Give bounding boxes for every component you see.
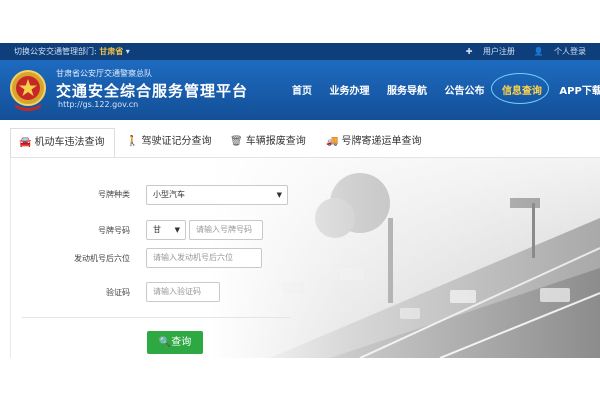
- plate-number-input[interactable]: 请输入号牌号码: [189, 220, 263, 240]
- top-utility-bar: 切换公安交通管理部门: 甘肃省 ▾ ✚ 用户注册 👤 个人登录: [0, 43, 600, 60]
- tab-license-points[interactable]: 🚶 驾驶证记分查询: [118, 128, 223, 158]
- query-tabs: 🚘 机动车违法查询 🚶 驾驶证记分查询 🗑 车辆报废查询 🚚 号牌寄递运单查询: [10, 128, 600, 158]
- truck-icon: 🚚: [326, 136, 339, 147]
- tab-label: 驾驶证记分查询: [141, 136, 212, 147]
- plus-icon: ✚: [465, 47, 473, 56]
- tab-label: 机动车违法查询: [34, 137, 105, 148]
- tab-vehicle-scrap[interactable]: 🗑 车辆报废查询: [222, 128, 317, 158]
- query-button-label: 查询: [171, 337, 192, 348]
- nav-item-home[interactable]: 首页: [292, 82, 312, 97]
- plate-type-value: 小型汽车: [153, 190, 185, 199]
- engine-number-input[interactable]: 请输入发动机号后六位: [146, 248, 262, 268]
- query-form-panel: 号牌种类 小型汽车 ▼ 号牌号码 甘 ▼ 请输入号牌号码 发动机号后六位 请输入…: [10, 158, 600, 358]
- province-select[interactable]: 甘 ▼: [146, 220, 186, 240]
- captcha-label: 验证码: [106, 288, 130, 297]
- chevron-down-icon: ▼: [276, 191, 282, 199]
- page-title: 交通安全综合服务管理平台: [56, 82, 249, 100]
- province-value: 甘: [153, 225, 161, 234]
- police-emblem-icon: [10, 70, 46, 111]
- trash-icon: 🗑: [230, 136, 243, 147]
- tab-vehicle-violation[interactable]: 🚘 机动车违法查询: [10, 128, 115, 158]
- chevron-down-icon: ▼: [174, 226, 180, 234]
- nav-item-business[interactable]: 业务办理: [329, 82, 369, 97]
- site-header: 甘肃省公安厅交通警察总队 交通安全综合服务管理平台 http://gs.122.…: [0, 60, 600, 120]
- brand-url: http://gs.122.gov.cn: [58, 100, 139, 109]
- brand-subtitle: 甘肃省公安厅交通警察总队: [56, 69, 152, 78]
- nav-item-announcements[interactable]: 公告公布: [444, 82, 484, 97]
- captcha-input[interactable]: 请输入验证码: [146, 282, 220, 302]
- tab-label: 号牌寄递运单查询: [341, 136, 422, 147]
- nav-item-app-download[interactable]: APP下载: [559, 82, 600, 97]
- department-switch-value[interactable]: 甘肃省: [99, 47, 123, 56]
- register-label: 用户注册: [482, 47, 515, 56]
- car-icon: 🚘: [19, 137, 32, 148]
- active-nav-highlight-ring: [491, 73, 549, 104]
- page: 切换公安交通管理部门: 甘肃省 ▾ ✚ 用户注册 👤 个人登录 甘肃省公安厅交通…: [0, 0, 600, 400]
- department-switch-label: 切换公安交通管理部门:: [14, 47, 97, 56]
- plate-type-label: 号牌种类: [98, 190, 130, 199]
- plate-type-select[interactable]: 小型汽车 ▼: [146, 185, 288, 205]
- login-link[interactable]: 👤 个人登录: [525, 47, 586, 56]
- form-divider: [22, 317, 290, 318]
- chevron-down-icon: ▾: [125, 47, 130, 56]
- main-nav: 首页 业务办理 服务导航 公告公布 信息查询 APP下载: [292, 82, 600, 97]
- tab-plate-delivery[interactable]: 🚚 号牌寄递运单查询: [318, 128, 438, 158]
- search-icon: 🔍: [158, 337, 172, 348]
- login-label: 个人登录: [554, 47, 586, 56]
- tab-label: 车辆报废查询: [245, 136, 306, 147]
- person-icon: 🚶: [126, 136, 139, 147]
- panel-left-border: [10, 158, 11, 358]
- query-button[interactable]: 🔍查询: [147, 331, 203, 354]
- plate-number-label: 号牌号码: [98, 226, 130, 235]
- user-icon: 👤: [533, 47, 544, 56]
- engine-number-label: 发动机号后六位: [74, 254, 130, 263]
- nav-item-service-nav[interactable]: 服务导航: [387, 82, 427, 97]
- department-switch[interactable]: 切换公安交通管理部门: 甘肃省 ▾: [14, 46, 130, 57]
- register-link[interactable]: ✚ 用户注册: [458, 47, 515, 56]
